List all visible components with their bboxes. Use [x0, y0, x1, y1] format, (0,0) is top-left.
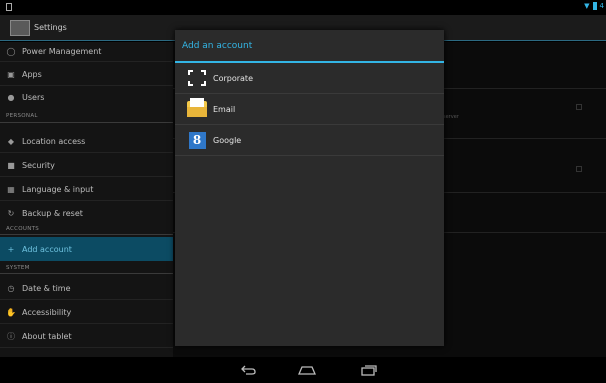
sidebar-item-label: Power Management — [22, 47, 102, 56]
sidebar-item-power-management[interactable]: ◯ Power Management — [0, 42, 173, 62]
clock-icon: ◷ — [7, 283, 15, 293]
section-header-accounts: ACCOUNTS — [6, 226, 40, 232]
sidebar-item-label: Backup & reset — [22, 208, 83, 218]
ghost-checkbox — [576, 166, 582, 172]
option-email[interactable]: Email — [175, 94, 444, 125]
dialog-title: Add an account — [182, 41, 253, 51]
status-bar: ▼ 4 — [0, 0, 606, 15]
wifi-icon: ▼ — [584, 2, 590, 10]
sidebar-item-label: Users — [22, 92, 45, 102]
recent-apps-icon[interactable] — [360, 364, 378, 376]
back-icon[interactable] — [240, 364, 258, 376]
sidebar-item-security[interactable]: ■ Security — [0, 154, 173, 177]
sidebar-item-backup-reset[interactable]: ↻ Backup & reset — [0, 202, 173, 224]
power-icon: ◯ — [6, 47, 16, 56]
info-icon: ⓘ — [7, 331, 15, 341]
ghost-text: server — [443, 114, 459, 120]
notification-icon — [6, 3, 12, 11]
battery-icon — [592, 2, 597, 10]
accessibility-icon: ✋ — [6, 307, 16, 317]
sidebar-item-accessibility[interactable]: ✋ Accessibility — [0, 301, 173, 324]
sidebar-item-label: Apps — [22, 69, 42, 79]
clock: 4 — [599, 2, 604, 10]
dialog-header: Add an account — [175, 30, 444, 63]
settings-sidebar: ◯ Power Management ▣ Apps ● Users PERSON… — [0, 42, 173, 357]
option-label: Google — [213, 135, 242, 145]
sidebar-item-label: Language & input — [22, 184, 94, 194]
sidebar-item-label: Accessibility — [22, 307, 72, 317]
backup-icon: ↻ — [7, 208, 15, 218]
sidebar-item-about-tablet[interactable]: ⓘ About tablet — [0, 325, 173, 348]
location-icon: ◆ — [7, 136, 15, 146]
settings-app-icon[interactable] — [10, 20, 30, 36]
plus-icon: + — [7, 244, 15, 254]
google-icon-letter: 8 — [188, 131, 206, 149]
add-account-dialog: Add an account Corporate Email 8 Google — [175, 30, 444, 346]
option-google[interactable]: 8 Google — [175, 125, 444, 156]
option-label: Email — [213, 104, 236, 114]
status-icons: ▼ 4 — [584, 2, 604, 10]
corporate-icon — [187, 68, 207, 88]
users-icon: ● — [7, 92, 15, 102]
sidebar-item-label: Date & time — [22, 283, 71, 293]
keyboard-icon: ▦ — [7, 184, 15, 194]
option-label: Corporate — [213, 73, 253, 83]
navigation-bar — [0, 357, 606, 383]
sidebar-item-label: About tablet — [22, 331, 72, 341]
sidebar-item-language-input[interactable]: ▦ Language & input — [0, 178, 173, 201]
email-icon — [187, 98, 207, 119]
option-corporate[interactable]: Corporate — [175, 63, 444, 94]
sidebar-item-users[interactable]: ● Users — [0, 87, 173, 107]
divider — [0, 234, 173, 235]
sidebar-item-add-account[interactable]: + Add account — [0, 237, 173, 261]
lock-icon: ■ — [7, 160, 15, 170]
divider — [0, 122, 173, 123]
google-icon: 8 — [187, 130, 207, 150]
page-title: Settings — [34, 23, 67, 32]
home-icon[interactable] — [297, 364, 316, 376]
ghost-checkbox — [576, 104, 582, 110]
apps-icon: ▣ — [7, 69, 15, 79]
sidebar-item-location-access[interactable]: ◆ Location access — [0, 130, 173, 153]
sidebar-item-label: Location access — [22, 136, 86, 146]
sidebar-item-date-time[interactable]: ◷ Date & time — [0, 277, 173, 300]
sidebar-item-label: Add account — [22, 244, 72, 254]
sidebar-item-apps[interactable]: ▣ Apps — [0, 63, 173, 86]
section-header-system: SYSTEM — [6, 265, 30, 271]
section-header-personal: PERSONAL — [6, 113, 38, 119]
divider — [0, 273, 173, 274]
sidebar-item-label: Security — [22, 160, 55, 170]
